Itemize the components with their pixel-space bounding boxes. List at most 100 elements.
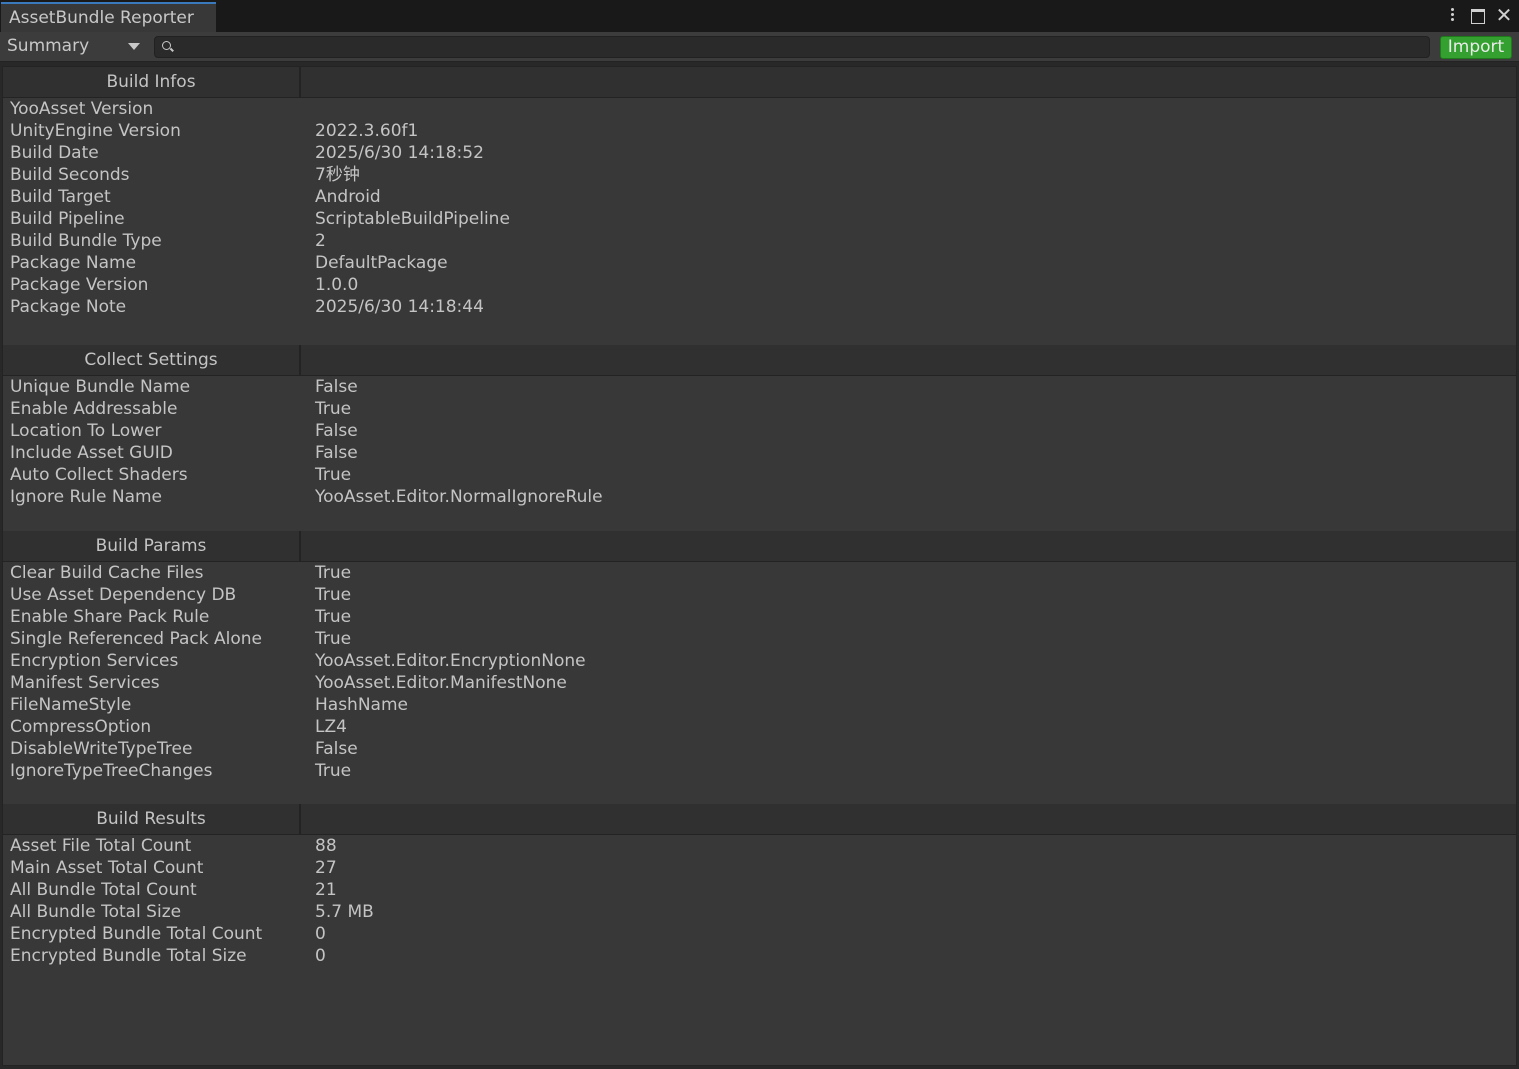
info-key: Unique Bundle Name [10, 377, 191, 397]
info-row: All Bundle Total Count 21 [3, 879, 1516, 901]
info-row: UnityEngine Version 2022.3.60f1 [3, 120, 1516, 142]
info-value: True [315, 563, 352, 583]
info-row: Main Asset Total Count 27 [3, 857, 1516, 879]
info-row: Location To Lower False [3, 420, 1516, 442]
info-row: CompressOption LZ4 [3, 716, 1516, 738]
close-icon[interactable]: ✕ [1495, 4, 1513, 26]
info-row: Use Asset Dependency DB True [3, 584, 1516, 606]
info-value: HashName [315, 695, 408, 715]
info-key: UnityEngine Version [10, 121, 181, 141]
info-row: Manifest Services YooAsset.Editor.Manifes… [3, 672, 1516, 694]
info-key: Build Pipeline [10, 209, 125, 229]
maximize-icon[interactable] [1469, 4, 1487, 26]
info-key: Enable Share Pack Rule [10, 607, 210, 627]
info-row: Build Seconds 7秒钟 [3, 164, 1516, 186]
info-value: ScriptableBuildPipeline [315, 209, 510, 229]
info-key: Enable Addressable [10, 399, 178, 419]
info-value: DefaultPackage [315, 253, 448, 273]
info-row: Build Date 2025/6/30 14:18:52 [3, 142, 1516, 164]
more-options-icon[interactable] [1443, 4, 1461, 26]
info-value: 2 [315, 231, 326, 251]
info-value: True [315, 761, 352, 781]
info-row: Ignore Rule Name YooAsset.Editor.NormalIg… [3, 486, 1516, 508]
search-field[interactable] [154, 36, 1430, 59]
section-build-params: Build Params Clear Build Cache Files True U… [3, 531, 1516, 782]
info-key: Include Asset GUID [10, 443, 173, 463]
section-title: Build Results [3, 804, 301, 834]
info-key: Main Asset Total Count [10, 858, 204, 878]
info-value: True [315, 465, 352, 485]
info-row: All Bundle Total Size 5.7 MB [3, 901, 1516, 923]
info-value: 7秒钟 [315, 165, 360, 185]
info-row: Encrypted Bundle Total Size 0 [3, 945, 1516, 967]
info-value: False [315, 443, 358, 463]
info-value: True [315, 585, 352, 605]
asset-bundle-reporter-window: AssetBundle Reporter ✕ Summary Import Bu… [0, 0, 1519, 1069]
info-key: Clear Build Cache Files [10, 563, 204, 583]
info-value: 21 [315, 880, 337, 900]
info-value: Android [315, 187, 381, 207]
view-mode-dropdown[interactable]: Summary [0, 32, 148, 61]
info-row: Enable Share Pack Rule True [3, 606, 1516, 628]
info-row: Single Referenced Pack Alone True [3, 628, 1516, 650]
info-value: 1.0.0 [315, 275, 359, 295]
info-value: 88 [315, 836, 337, 856]
info-key: All Bundle Total Count [10, 880, 197, 900]
info-value: True [315, 629, 352, 649]
info-row: Package Version 1.0.0 [3, 274, 1516, 296]
section-build-infos: Build Infos YooAsset Version UnityEngine V… [3, 67, 1516, 318]
section-header: Build Infos [3, 67, 1516, 98]
window-controls: ✕ [1443, 3, 1513, 27]
info-key: Auto Collect Shaders [10, 465, 188, 485]
info-key: IgnoreTypeTreeChanges [10, 761, 213, 781]
info-value: YooAsset.Editor.NormalIgnoreRule [315, 487, 603, 507]
import-button[interactable]: Import [1440, 36, 1512, 59]
info-value: 2025/6/30 14:18:44 [315, 297, 484, 317]
info-value: 27 [315, 858, 337, 878]
info-row: Build Target Android [3, 186, 1516, 208]
info-key: Package Version [10, 275, 149, 295]
info-row: YooAsset Version [3, 98, 1516, 120]
info-value: LZ4 [315, 717, 347, 737]
info-value: YooAsset.Editor.ManifestNone [315, 673, 567, 693]
info-key: Encryption Services [10, 651, 179, 671]
summary-content: Build Infos YooAsset Version UnityEngine V… [2, 66, 1517, 1066]
info-key: Package Name [10, 253, 137, 273]
info-row: Unique Bundle Name False [3, 376, 1516, 398]
info-key: Encrypted Bundle Total Count [10, 924, 263, 944]
info-value: 5.7 MB [315, 902, 374, 922]
info-key: Build Bundle Type [10, 231, 162, 251]
info-key: YooAsset Version [10, 99, 154, 119]
section-title: Collect Settings [3, 345, 301, 375]
info-value: False [315, 739, 358, 759]
window-tab[interactable]: AssetBundle Reporter [1, 2, 216, 32]
info-row: Build Pipeline ScriptableBuildPipeline [3, 208, 1516, 230]
toolbar: Summary Import [0, 32, 1519, 62]
info-key: Single Referenced Pack Alone [10, 629, 262, 649]
info-row: Asset File Total Count 88 [3, 835, 1516, 857]
section-collect-settings: Collect Settings Unique Bundle Name False E… [3, 345, 1516, 508]
info-key: Package Note [10, 297, 127, 317]
search-icon [162, 41, 171, 50]
info-key: Build Seconds [10, 165, 130, 185]
chevron-down-icon [128, 43, 140, 50]
info-value: 0 [315, 946, 326, 966]
info-key: Ignore Rule Name [10, 487, 163, 507]
info-value: YooAsset.Editor.EncryptionNone [315, 651, 586, 671]
info-key: Build Date [10, 143, 99, 163]
info-row: Encryption Services YooAsset.Editor.Encry… [3, 650, 1516, 672]
info-value: False [315, 377, 358, 397]
info-key: FileNameStyle [10, 695, 132, 715]
info-value: 0 [315, 924, 326, 944]
info-row: IgnoreTypeTreeChanges True [3, 760, 1516, 782]
info-row: Encrypted Bundle Total Count 0 [3, 923, 1516, 945]
info-row: Include Asset GUID False [3, 442, 1516, 464]
info-value: False [315, 421, 358, 441]
info-key: Encrypted Bundle Total Size [10, 946, 247, 966]
search-input[interactable] [177, 37, 1421, 59]
info-value: True [315, 607, 352, 627]
section-header: Collect Settings [3, 345, 1516, 376]
info-key: All Bundle Total Size [10, 902, 182, 922]
section-title: Build Infos [3, 67, 301, 97]
info-row: DisableWriteTypeTree False [3, 738, 1516, 760]
